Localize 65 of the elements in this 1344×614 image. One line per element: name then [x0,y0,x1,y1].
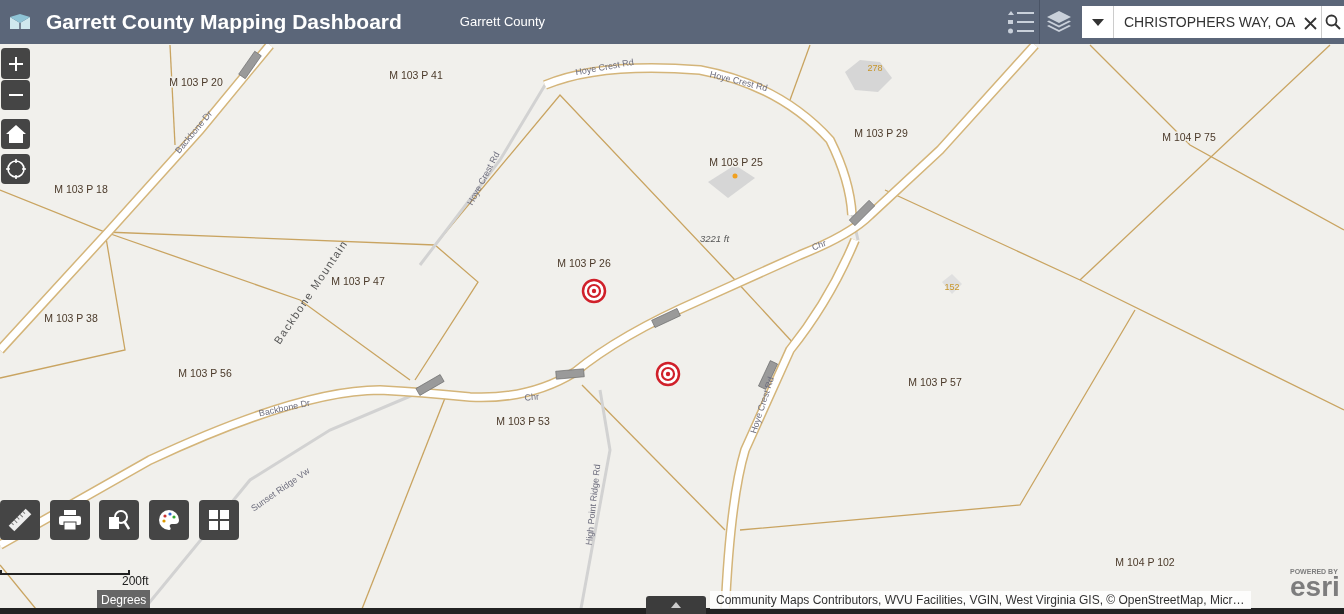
parcel-label: M 103 P 29 [854,127,908,139]
road-shield-icon [848,199,876,227]
road-label: Chr [810,238,828,253]
road-shield-icon [651,308,681,328]
search-icon [1325,14,1341,30]
clear-button[interactable] [1300,6,1321,38]
list-icon [1007,10,1034,34]
target-marker [655,361,681,387]
parcel-label: M 103 P 25 [709,156,763,168]
road-label: Hoye Crest Rd [574,57,635,78]
palette-icon [158,509,180,531]
county-logo-icon [8,13,32,31]
scale-label: 200ft [122,573,149,590]
plus-icon [8,56,23,71]
target-marker [581,278,607,304]
parcel-label: M 103 P 57 [908,376,962,388]
parcel-label: M 103 P 56 [178,367,232,379]
road-label: Chr [524,391,540,403]
app-subtitle: Garrett County [459,13,546,32]
parcel-label: M 103 P 38 [44,312,98,324]
coordinate-mode-button[interactable]: Degrees [97,590,151,610]
zoom-out-button[interactable] [1,80,30,110]
app-title: Garrett County Mapping Dashboard [46,9,402,36]
road-label: Hoye Crest Rd [465,150,502,207]
road-label: High Point Ridge Rd [583,463,603,546]
building-number: 278 [867,63,883,73]
road-shield-icon [758,360,778,390]
elevation-label: 3221 ft [700,233,730,244]
query-button[interactable] [99,500,139,540]
parcel-label: M 103 P 20 [169,76,223,88]
search-button[interactable] [1321,6,1344,38]
zoom-in-button[interactable] [1,48,30,79]
printer-icon [59,510,81,530]
road-label: Hoye Crest Rd [748,375,776,435]
print-button[interactable] [50,500,90,540]
home-button[interactable] [1,119,30,149]
layers-icon [1046,9,1072,35]
locate-button[interactable] [1,154,30,184]
caret-icon [1091,18,1104,26]
parcel-label: M 103 P 41 [389,69,443,81]
home-icon [5,125,26,143]
crosshair-icon [5,159,26,179]
measure-button[interactable] [0,500,40,540]
minus-icon [8,94,23,96]
road-shield-icon [415,374,445,396]
point-marker [732,173,738,179]
building-number: 152 [944,282,960,292]
search-field[interactable]: CHRISTOPHERS WAY, OA [1114,6,1300,38]
road-label: Backbone Dr [257,397,311,419]
parcel-label: M 103 P 18 [54,183,108,195]
basemap-button[interactable] [199,500,239,540]
grid-icon [209,510,229,530]
expand-tab[interactable] [646,596,706,614]
document-magnifier-icon [108,509,130,531]
building [845,60,892,92]
parcel-label: M 104 P 102 [1115,556,1175,568]
road-shield-icon [555,368,585,380]
close-icon [1304,16,1317,30]
road-label: Hoye Crest Rd [708,69,769,94]
style-button[interactable] [149,500,189,540]
parcel-label: M 103 P 26 [557,257,611,269]
building [708,165,755,198]
parcel-label: M 103 P 53 [496,415,550,427]
attribution-text: Community Maps Contributors, WVU Facilities, VGIN, West Virginia GIS, © OpenStreetMap, Micr… [710,591,1251,609]
dropdown-button[interactable] [1082,6,1114,38]
